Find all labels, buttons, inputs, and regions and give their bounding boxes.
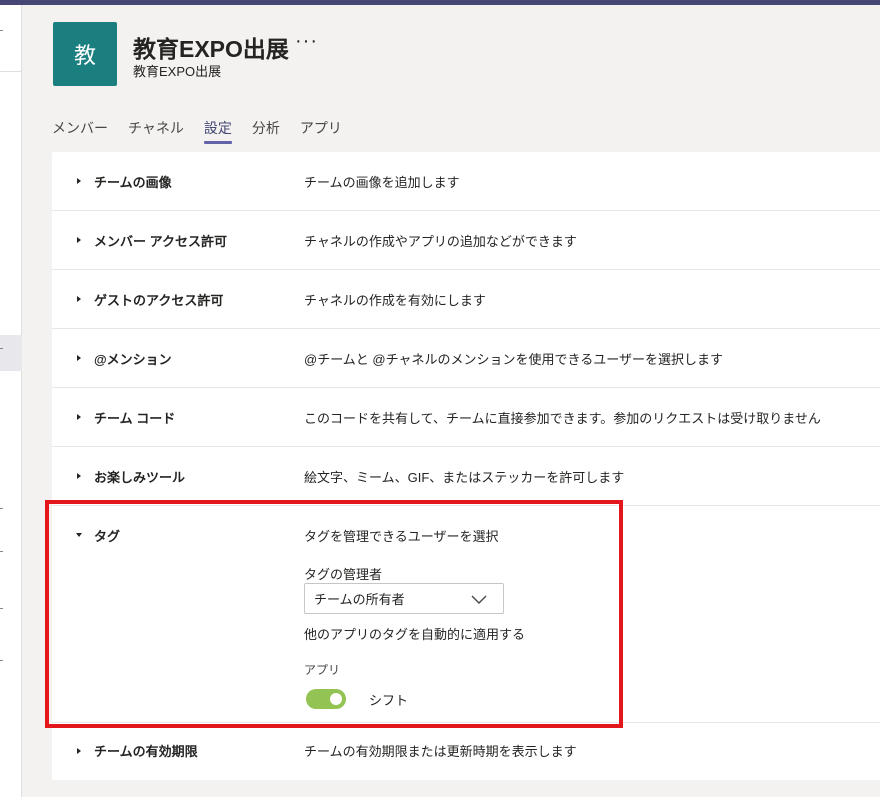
tab-members[interactable]: メンバー <box>52 118 128 144</box>
setting-description: チャネルの作成やアプリの追加などができます <box>304 233 577 249</box>
setting-member-permissions: メンバー アクセス許可 チャネルの作成やアプリの追加などができます <box>52 211 880 270</box>
setting-fun-stuff: お楽しみツール 絵文字、ミーム、GIF、またはステッカーを許可します <box>52 447 880 506</box>
tab-analytics[interactable]: 分析 <box>252 118 300 144</box>
tag-manager-label: タグの管理者 <box>304 567 383 582</box>
setting-toggle-member-permissions[interactable]: メンバー アクセス許可 <box>74 211 227 269</box>
setting-toggle-team-code[interactable]: チーム コード <box>74 388 175 446</box>
setting-description: 絵文字、ミーム、GIF、またはステッカーを許可します <box>304 469 625 485</box>
team-subtitle: 教育EXPO出展 <box>133 64 222 79</box>
rail-edge-mark <box>0 508 3 509</box>
setting-title: ゲストのアクセス許可 <box>94 292 224 308</box>
shifts-app-toggle[interactable] <box>306 689 346 709</box>
apps-label: アプリ <box>304 663 341 677</box>
caret-right-icon <box>77 747 81 754</box>
setting-mentions: @メンション @チームと @チャネルのメンションを使用できるユーザーを選択します <box>52 329 880 388</box>
more-options-icon[interactable]: ··· <box>295 30 318 53</box>
caret-right-icon <box>77 473 81 479</box>
rail-edge-mark <box>0 30 3 31</box>
setting-title: タグ <box>94 528 121 544</box>
setting-description: @チームと @チャネルのメンションを使用できるユーザーを選択します <box>304 351 723 367</box>
setting-toggle-tags[interactable]: タグ <box>74 506 120 564</box>
rail-edge-mark <box>0 551 3 552</box>
setting-toggle-guest-permissions[interactable]: ゲストのアクセス許可 <box>74 270 223 328</box>
auto-apply-tags-label: 他のアプリのタグを自動的に適用する <box>304 627 526 642</box>
setting-title: チーム コード <box>94 410 176 426</box>
caret-right-icon <box>77 178 81 184</box>
setting-description: チームの画像を追加します <box>304 174 460 190</box>
setting-toggle-fun-stuff[interactable]: お楽しみツール <box>74 447 185 505</box>
team-header: 教 教育EXPO出展 ··· 教育EXPO出展 メンバー チャネル 設定 分析 … <box>22 5 880 150</box>
team-title: 教育EXPO出展 <box>133 36 289 62</box>
rail-edge-mark <box>0 660 3 661</box>
setting-toggle-team-expiration[interactable]: チームの有効期限 <box>74 723 198 778</box>
setting-description: タグを管理できるユーザーを選択 <box>304 528 499 544</box>
setting-description: チャネルの作成を有効にします <box>304 292 486 308</box>
tab-apps[interactable]: アプリ <box>300 118 362 144</box>
toggle-knob <box>330 693 342 705</box>
left-rail <box>0 5 22 797</box>
chevron-down-icon <box>471 595 487 604</box>
setting-team-code: チーム コード このコードを共有して、チームに直接参加できます。参加のリクエスト… <box>52 388 880 447</box>
settings-panel: チームの画像 チームの画像を追加します メンバー アクセス許可 チャネルの作成や… <box>52 152 880 780</box>
setting-guest-permissions: ゲストのアクセス許可 チャネルの作成を有効にします <box>52 270 880 329</box>
caret-down-icon <box>76 533 82 537</box>
setting-title: お楽しみツール <box>94 469 186 485</box>
setting-title: メンバー アクセス許可 <box>94 233 227 249</box>
setting-toggle-mentions[interactable]: @メンション <box>74 329 172 387</box>
team-avatar: 教 <box>53 22 117 86</box>
setting-toggle-team-picture[interactable]: チームの画像 <box>74 152 172 210</box>
caret-right-icon <box>77 237 81 243</box>
setting-description: チームの有効期限または更新時期を表示します <box>304 744 577 759</box>
setting-team-picture: チームの画像 チームの画像を追加します <box>52 152 880 211</box>
tab-channels[interactable]: チャネル <box>128 118 204 144</box>
shifts-app-label: シフト <box>369 693 409 708</box>
setting-title: チームの有効期限 <box>94 744 198 759</box>
caret-right-icon <box>77 355 81 361</box>
setting-tags: タグ タグを管理できるユーザーを選択 タグの管理者 チームの所有者 他のアプリの… <box>52 506 880 723</box>
setting-team-expiration: チームの有効期限 チームの有効期限または更新時期を表示します <box>52 723 880 780</box>
caret-right-icon <box>77 296 81 302</box>
rail-divider <box>0 71 22 72</box>
setting-description: このコードを共有して、チームに直接参加できます。参加のリクエストは受け取りません <box>304 410 821 426</box>
rail-selected-item[interactable] <box>0 335 22 371</box>
setting-title: @メンション <box>94 351 172 367</box>
rail-edge-mark <box>0 608 3 609</box>
rail-edge-mark <box>0 348 3 349</box>
tag-manager-dropdown[interactable]: チームの所有者 <box>304 583 504 614</box>
tab-settings[interactable]: 設定 <box>203 118 252 144</box>
setting-title: チームの画像 <box>94 174 172 190</box>
tag-manager-value: チームの所有者 <box>314 592 405 607</box>
team-tabs: メンバー チャネル 設定 分析 アプリ <box>52 118 362 144</box>
caret-right-icon <box>77 414 81 420</box>
